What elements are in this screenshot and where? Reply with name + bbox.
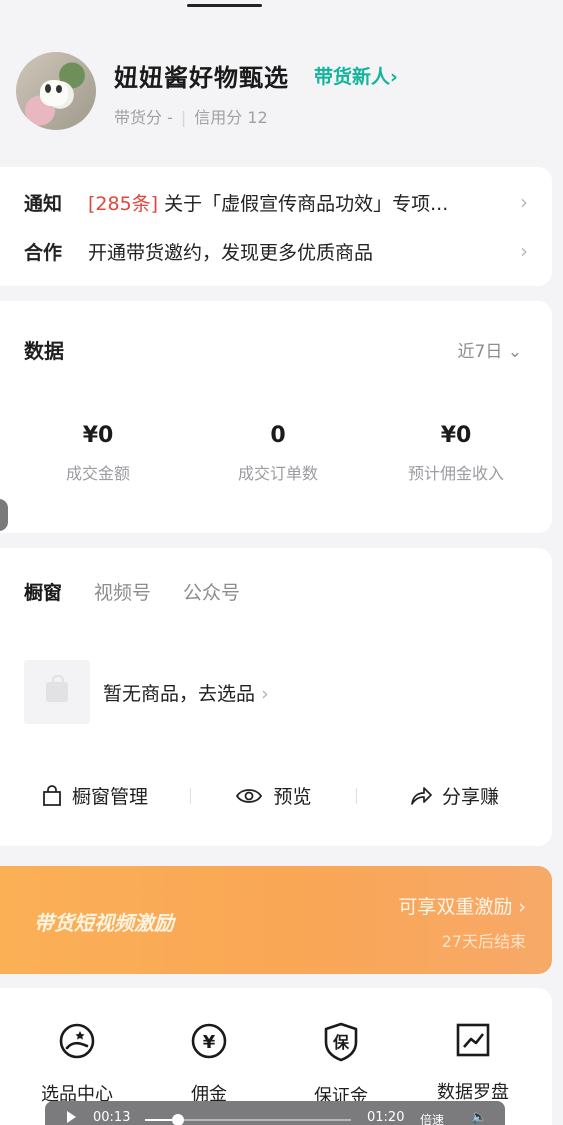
svg-text:保: 保: [332, 1033, 350, 1052]
video-player-bar: 00:13 01:20 倍速 🔈: [45, 1101, 505, 1125]
tool-deposit[interactable]: 保 保证金: [276, 1022, 406, 1108]
stat-commission[interactable]: ¥0 预计佣金收入: [364, 423, 548, 484]
level-link-label: 带货新人: [314, 66, 391, 88]
tab-official[interactable]: 公众号: [183, 578, 240, 605]
stat-gmv[interactable]: ¥0 成交金额: [6, 423, 190, 484]
product-select-icon: [59, 1023, 95, 1059]
tool-data-compass[interactable]: 数据罗盘: [408, 1022, 538, 1104]
empty-text: 暂无商品，去选品: [103, 683, 256, 705]
manage-button[interactable]: 橱窗管理: [0, 782, 190, 809]
stat-orders[interactable]: 0 成交订单数: [186, 423, 370, 484]
shop-name: 妞妞酱好物甄选: [114, 64, 289, 92]
period-select[interactable]: 近7日 ⌄: [458, 337, 522, 362]
duration: 01:20: [367, 1110, 405, 1125]
avatar[interactable]: [16, 52, 96, 130]
score-divider: |: [180, 108, 187, 127]
seek-bar[interactable]: [145, 1114, 351, 1125]
banner-link[interactable]: 可享双重激励 ›: [398, 892, 526, 919]
empty-product-thumb: [24, 660, 90, 724]
chevron-right-icon: ›: [518, 896, 526, 918]
share-button[interactable]: 分享赚: [357, 782, 552, 809]
period-label: 近7日: [457, 342, 503, 362]
chevron-right-icon: ›: [261, 683, 269, 705]
seek-knob[interactable]: [171, 1114, 184, 1125]
notice-text: [285条] 关于「虚假宣传商品功效」专项...: [88, 189, 514, 216]
window-tabs: 橱窗 视频号 公众号: [24, 578, 240, 605]
shopping-bag-icon: [46, 675, 68, 702]
stat-value: ¥0: [440, 423, 472, 448]
top-handle: [187, 4, 262, 7]
share-icon: [411, 786, 432, 805]
incentive-banner[interactable]: 带货短视频激励 可享双重激励 › 27天后结束: [0, 866, 552, 974]
floating-handle[interactable]: [0, 499, 8, 531]
score-line: 带货分 - | 信用分 12: [114, 104, 268, 128]
chevron-right-icon: ›: [390, 66, 398, 88]
current-time: 00:13: [93, 1110, 131, 1125]
stat-label: 成交订单数: [237, 464, 318, 483]
tab-window[interactable]: 橱窗: [24, 578, 62, 605]
level-link[interactable]: 带货新人›: [314, 62, 398, 89]
credit-score: 信用分 12: [194, 108, 268, 127]
stat-label: 成交金额: [65, 464, 130, 483]
manage-label: 橱窗管理: [71, 786, 148, 808]
speed-button[interactable]: 倍速: [420, 1111, 444, 1125]
banner-right-text: 可享双重激励: [398, 896, 513, 918]
goods-score: 带货分 -: [114, 108, 173, 127]
tool-commission[interactable]: ¥ 佣金: [144, 1022, 274, 1106]
chevron-right-icon: ›: [520, 239, 528, 263]
chevron-down-icon: ⌄: [507, 342, 522, 362]
window-actions: 橱窗管理 预览 分享赚: [0, 782, 552, 809]
banner-title: 带货短视频激励: [34, 911, 174, 935]
profile-header: 妞妞酱好物甄选 带货新人› 带货分 - | 信用分 12: [16, 52, 547, 132]
tool-product-select[interactable]: 选品中心: [12, 1022, 142, 1106]
notice-count: [285条]: [88, 192, 159, 215]
data-card: 数据 近7日 ⌄ ¥0 成交金额 0 成交订单数 ¥0 预计佣金收入: [0, 301, 552, 533]
play-icon[interactable]: [67, 1111, 76, 1123]
preview-button[interactable]: 预览: [191, 782, 356, 809]
cooperation-text: 开通带货邀约，发现更多优质商品: [88, 241, 374, 264]
stat-value: ¥0: [82, 423, 114, 448]
data-title: 数据: [24, 339, 64, 363]
cooperation-row[interactable]: 合作 开通带货邀约，发现更多优质商品 ›: [24, 236, 528, 266]
share-label: 分享赚: [441, 786, 499, 808]
volume-icon[interactable]: 🔈: [471, 1110, 487, 1125]
avatar-cat: [40, 80, 68, 106]
eye-icon: [236, 788, 263, 803]
notice-row[interactable]: 通知 [285条] 关于「虚假宣传商品功效」专项... ›: [24, 187, 528, 217]
stat-value: 0: [270, 423, 286, 448]
chart-icon: [456, 1023, 490, 1057]
cooperation-tag: 合作: [24, 241, 63, 264]
yen-icon: ¥: [191, 1023, 227, 1059]
notice-content: 关于「虚假宣传商品功效」专项...: [158, 192, 449, 215]
window-card: 橱窗 视频号 公众号 暂无商品，去选品 › 橱窗管理 预览 分享赚: [0, 548, 552, 846]
preview-label: 预览: [273, 786, 312, 808]
svg-text:¥: ¥: [203, 1032, 216, 1053]
banner-countdown: 27天后结束: [441, 932, 526, 951]
deposit-shield-icon: 保: [324, 1022, 358, 1062]
chevron-right-icon: ›: [520, 190, 528, 214]
notice-tag: 通知: [24, 192, 63, 215]
notice-card: 通知 [285条] 关于「虚假宣传商品功效」专项... › 合作 开通带货邀约，…: [0, 167, 552, 286]
tab-video[interactable]: 视频号: [94, 578, 151, 605]
stat-label: 预计佣金收入: [407, 464, 504, 483]
empty-link[interactable]: 暂无商品，去选品 ›: [103, 679, 269, 706]
bag-outline-icon: [43, 784, 61, 806]
